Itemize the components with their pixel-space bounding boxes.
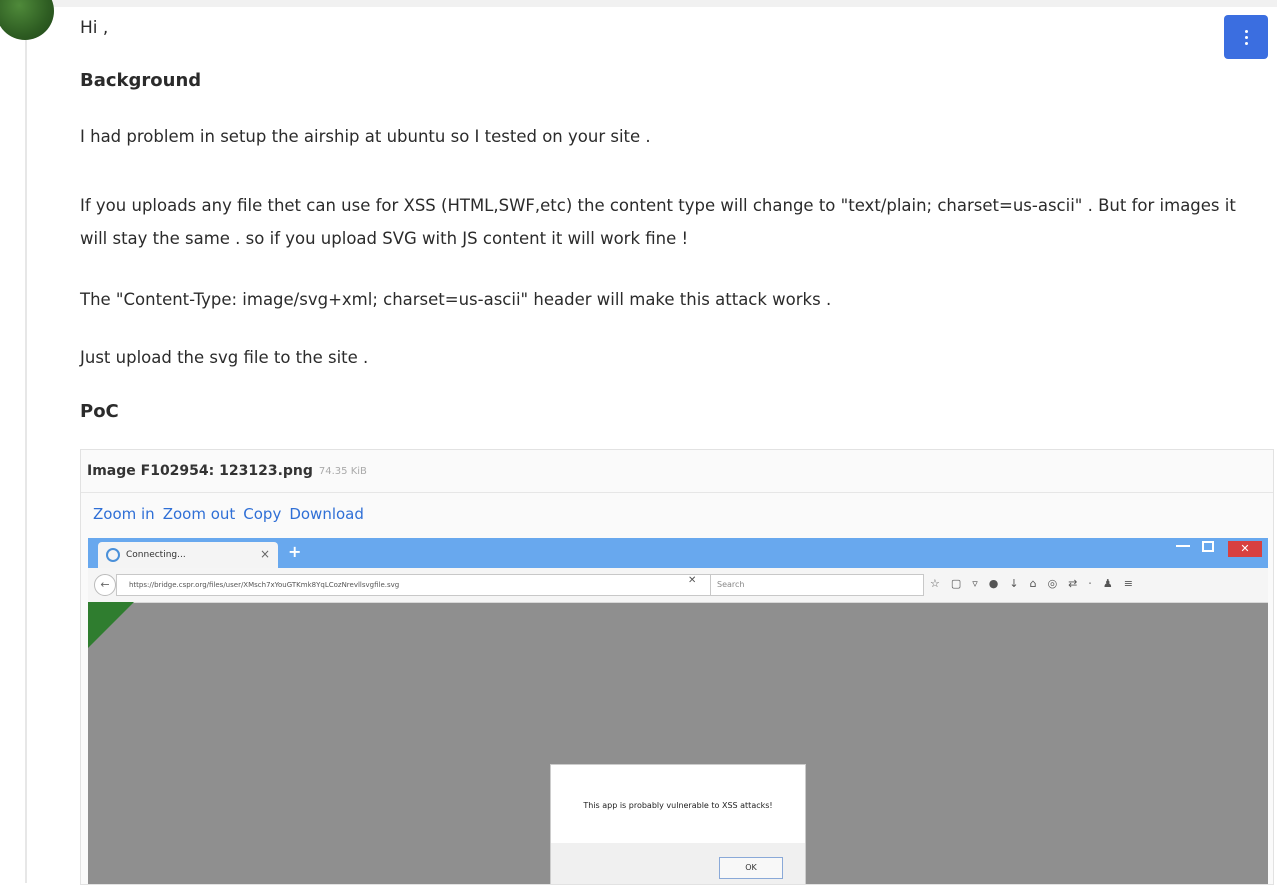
green-corner-shape [88,602,134,648]
window-maximize-icon [1202,541,1214,552]
greeting: Hi , [80,18,109,38]
tab-close-icon: × [259,547,270,561]
new-tab-icon: + [288,542,302,561]
browser-tab-title: Connecting... [126,550,186,560]
browser-tabbar: Connecting... × + ✕ [88,538,1268,568]
zoom-out-link[interactable]: Zoom out [163,505,236,523]
comment-menu-button[interactable] [1224,15,1268,59]
paragraph-2: If you uploads any file thet can use for… [80,196,1236,248]
user-avatar[interactable] [0,0,54,40]
browser-search-box: Search [710,574,924,596]
browser-navbar: ← https://bridge.cspr.org/files/user/XMs… [88,568,1268,603]
alert-ok-button: OK [719,857,783,879]
attachment-actions: Zoom in Zoom out Copy Download [81,493,1273,535]
window-minimize-icon [1176,545,1190,547]
paragraph-4: Just upload the svg file to the site . [80,348,369,367]
attachment-title: Image F102954: 123123.png [87,463,313,479]
poc-heading: PoC [80,401,119,422]
alert-footer: OK [551,843,805,884]
attachment-size: 74.35 KiB [318,465,367,477]
browser-toolbar-icons: ☆▢▿●↓⌂◎⇄⋅♟≡ [930,577,1144,590]
xss-alert-dialog: This app is probably vulnerable to XSS a… [550,764,806,884]
back-arrow-icon: ← [94,574,116,596]
copy-link[interactable]: Copy [243,505,281,523]
poc-screenshot-image: Connecting... × + ✕ ← https://bridge.csp… [88,538,1268,884]
download-link[interactable]: Download [289,505,364,523]
timeline-rail [25,30,27,883]
top-border [0,0,1277,7]
url-clear-icon: ✕ [688,575,697,586]
paragraph-3: The "Content-Type: image/svg+xml; charse… [80,290,832,309]
zoom-in-link[interactable]: Zoom in [93,505,155,523]
image-attachment: Image F102954: 123123.png 74.35 KiB Zoom… [80,449,1274,885]
mouse-cursor-icon [589,409,597,415]
paragraph-1: I had problem in setup the airship at ub… [80,127,651,146]
attachment-header: Image F102954: 123123.png 74.35 KiB [81,450,1273,493]
browser-tab: Connecting... × [98,542,278,568]
browser-url-bar: https://bridge.cspr.org/files/user/XMsch… [116,574,720,596]
background-heading: Background [80,70,202,91]
loading-spinner-icon [106,548,120,562]
more-vertical-icon [1244,29,1248,45]
alert-message: This app is probably vulnerable to XSS a… [583,801,773,810]
window-close-icon: ✕ [1228,541,1262,557]
